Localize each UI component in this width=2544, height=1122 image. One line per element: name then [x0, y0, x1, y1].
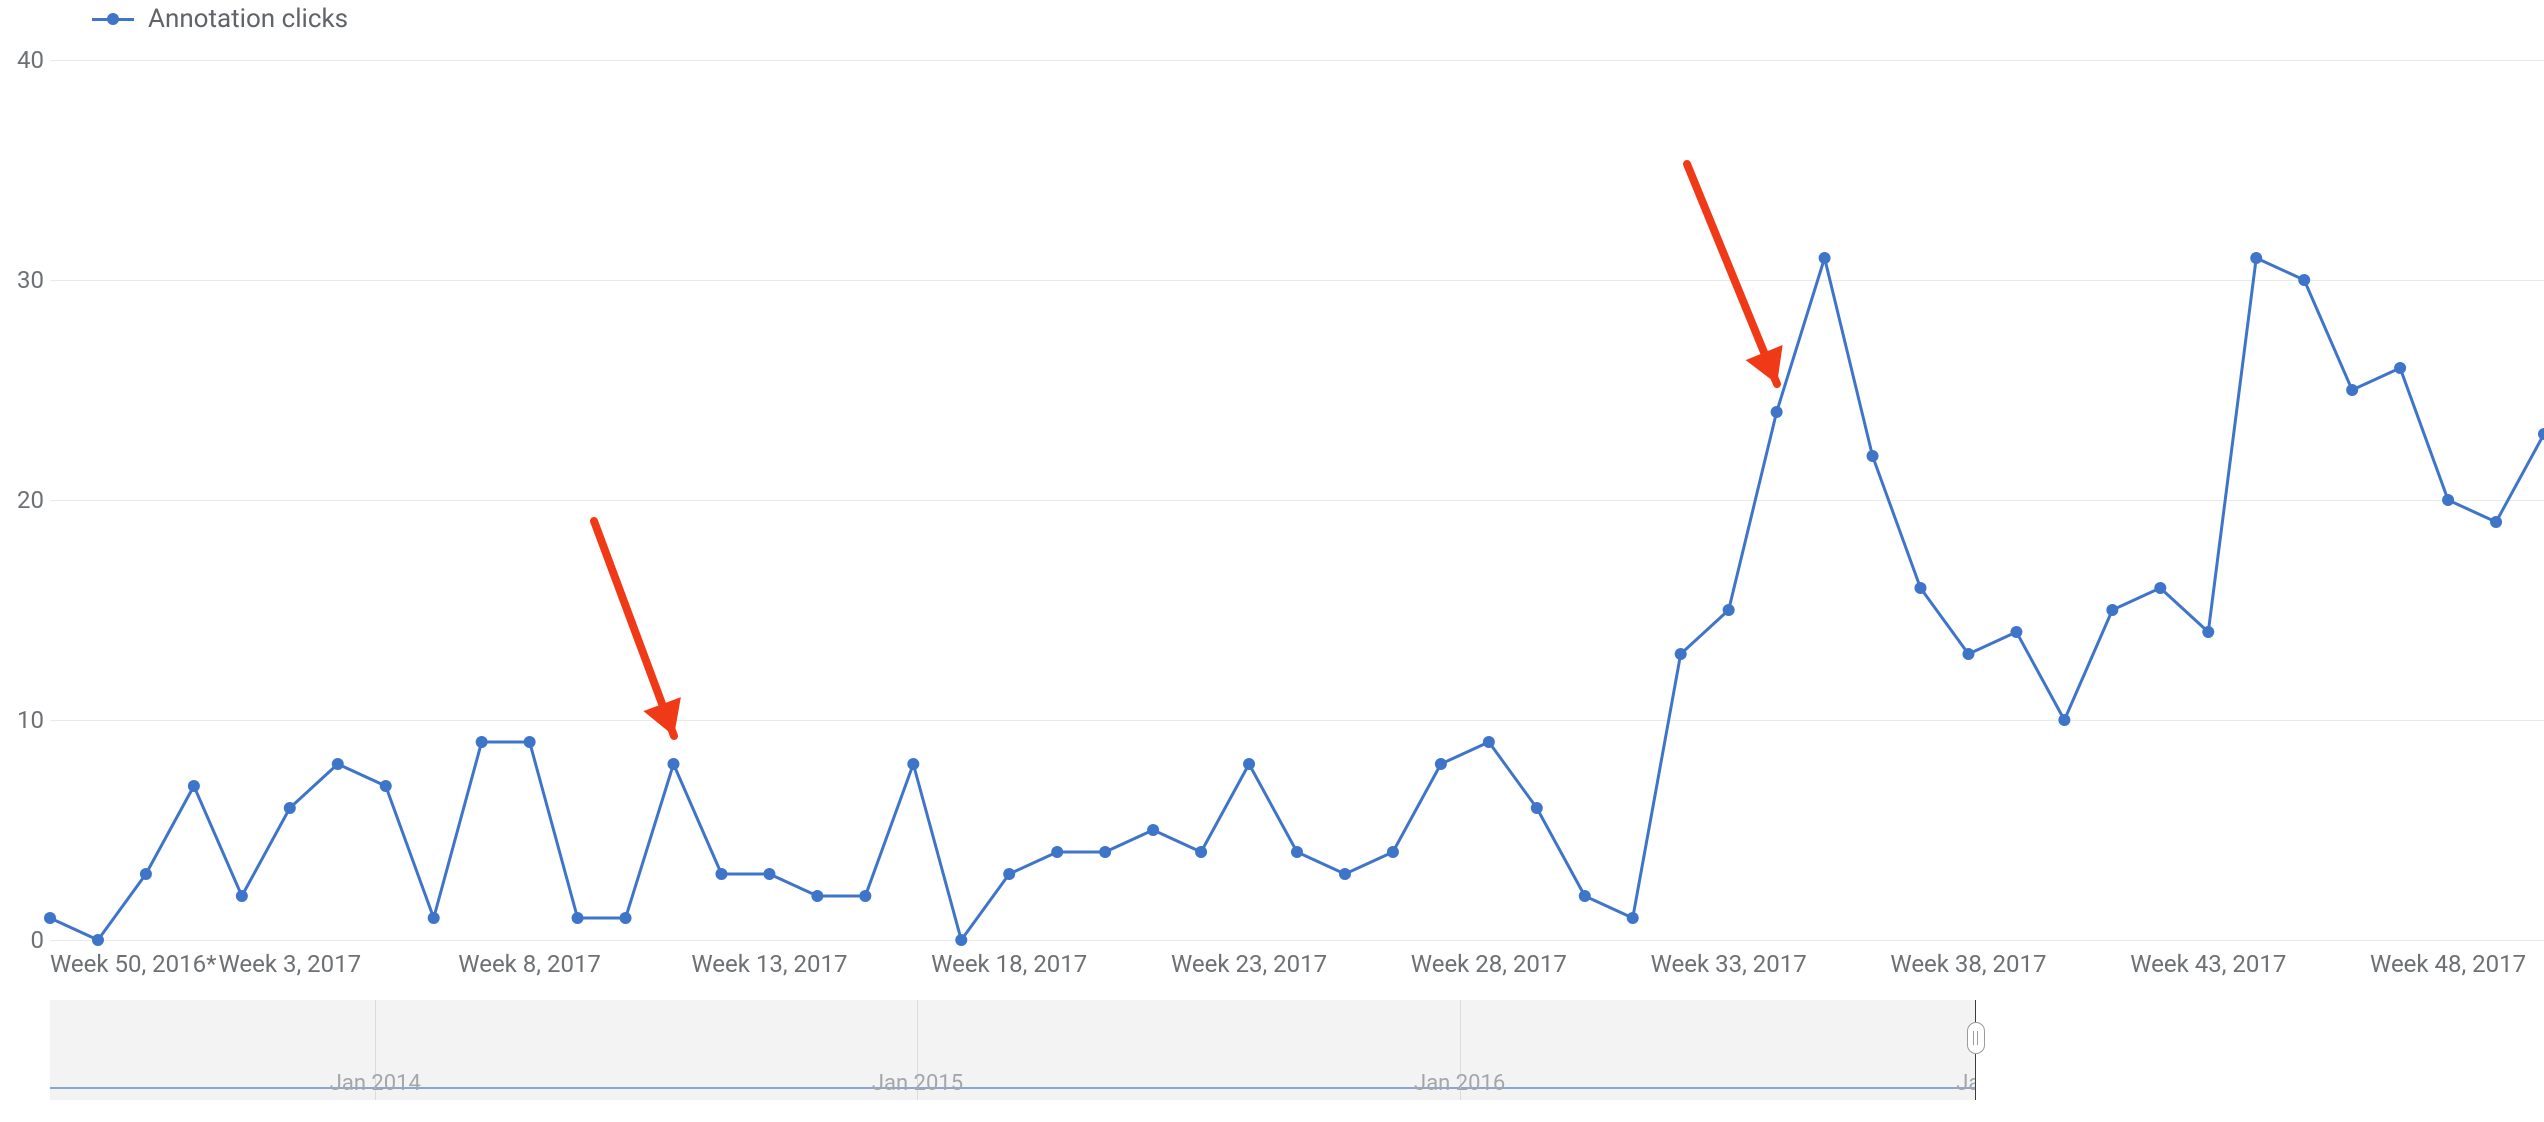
x-axis-tick-label: Week 50, 2016*	[50, 950, 216, 978]
legend[interactable]: Annotation clicks	[92, 4, 348, 34]
data-point[interactable]	[620, 912, 632, 924]
data-point[interactable]	[1483, 736, 1495, 748]
data-point[interactable]	[2490, 516, 2502, 528]
data-point[interactable]	[524, 736, 536, 748]
x-axis: Week 50, 2016*Week 3, 2017 Week 8, 2017 We…	[50, 950, 2544, 980]
data-point[interactable]	[2538, 428, 2544, 440]
data-point[interactable]	[476, 736, 488, 748]
x-axis-tick-label: Week 38, 2017	[1890, 950, 2046, 978]
data-point[interactable]	[2202, 626, 2214, 638]
data-point[interactable]	[2298, 274, 2310, 286]
x-axis-tick-label: Week 13, 2017	[691, 950, 847, 978]
data-point[interactable]	[332, 758, 344, 770]
data-point[interactable]	[2442, 494, 2454, 506]
data-point[interactable]	[1867, 450, 1879, 462]
data-point[interactable]	[188, 780, 200, 792]
data-point[interactable]	[1627, 912, 1639, 924]
brush-handle[interactable]	[1975, 1000, 1976, 1100]
data-point[interactable]	[1531, 802, 1543, 814]
data-point[interactable]	[859, 890, 871, 902]
data-point[interactable]	[380, 780, 392, 792]
data-point[interactable]	[2346, 384, 2358, 396]
data-point[interactable]	[1819, 252, 1831, 264]
data-point[interactable]	[44, 912, 56, 924]
x-axis-tick-label: Week 28, 2017	[1411, 950, 1567, 978]
x-axis-tick-label: Week 18, 2017	[931, 950, 1087, 978]
data-point[interactable]	[1243, 758, 1255, 770]
line-chart-svg	[50, 60, 2544, 940]
data-point[interactable]	[2250, 252, 2262, 264]
data-point[interactable]	[811, 890, 823, 902]
data-point[interactable]	[1195, 846, 1207, 858]
x-axis-tick-label: Week 8, 2017	[458, 950, 601, 978]
x-axis-tick-label: Week 48, 2017	[2370, 950, 2526, 978]
y-axis-tick-label: 10	[14, 706, 44, 734]
data-point[interactable]	[1962, 648, 1974, 660]
data-point[interactable]	[1435, 758, 1447, 770]
data-point[interactable]	[955, 934, 967, 946]
x-axis-tick-label: Week 3, 2017	[218, 950, 361, 978]
data-point[interactable]	[236, 890, 248, 902]
gridline	[50, 940, 2544, 941]
data-point[interactable]	[140, 868, 152, 880]
brush-tick-label: Jan 2014	[330, 1071, 421, 1096]
data-point[interactable]	[2394, 362, 2406, 374]
timeline-brush[interactable]: Jan 2014Jan 2015Jan 2016Jan 2017	[50, 1000, 2544, 1100]
data-point[interactable]	[2154, 582, 2166, 594]
series-line[interactable]	[50, 258, 2544, 940]
data-point[interactable]	[92, 934, 104, 946]
data-point[interactable]	[715, 868, 727, 880]
legend-swatch-icon	[92, 18, 134, 21]
data-point[interactable]	[1675, 648, 1687, 660]
data-point[interactable]	[284, 802, 296, 814]
x-axis-tick-label: Week 33, 2017	[1651, 950, 1807, 978]
data-point[interactable]	[1051, 846, 1063, 858]
data-point[interactable]	[1291, 846, 1303, 858]
data-point[interactable]	[2058, 714, 2070, 726]
legend-series-label: Annotation clicks	[148, 4, 348, 34]
data-point[interactable]	[1579, 890, 1591, 902]
x-axis-tick-label: Week 23, 2017	[1171, 950, 1327, 978]
y-axis-tick-label: 20	[14, 486, 44, 514]
data-point[interactable]	[907, 758, 919, 770]
data-point[interactable]	[1771, 406, 1783, 418]
data-point[interactable]	[572, 912, 584, 924]
brush-handle-grip-icon[interactable]	[1967, 1022, 1985, 1054]
y-axis-tick-label: 40	[14, 46, 44, 74]
data-point[interactable]	[1339, 868, 1351, 880]
data-point[interactable]	[428, 912, 440, 924]
data-point[interactable]	[2010, 626, 2022, 638]
data-point[interactable]	[668, 758, 680, 770]
x-axis-tick-label: Week 43, 2017	[2130, 950, 2286, 978]
data-point[interactable]	[763, 868, 775, 880]
chart-container: Annotation clicks 0 10 20 30 40 Week 50, 201…	[0, 0, 2544, 1122]
data-point[interactable]	[1387, 846, 1399, 858]
data-point[interactable]	[1147, 824, 1159, 836]
data-point[interactable]	[1915, 582, 1927, 594]
brush-tick-label: Jan 2015	[872, 1071, 963, 1096]
brush-selection[interactable]	[1975, 1000, 2544, 1100]
data-point[interactable]	[1003, 868, 1015, 880]
data-point[interactable]	[2106, 604, 2118, 616]
data-point[interactable]	[1723, 604, 1735, 616]
y-axis-tick-label: 0	[14, 926, 44, 954]
y-axis-tick-label: 30	[14, 266, 44, 294]
data-point[interactable]	[1099, 846, 1111, 858]
brush-tick-label: Jan 2016	[1414, 1071, 1505, 1096]
